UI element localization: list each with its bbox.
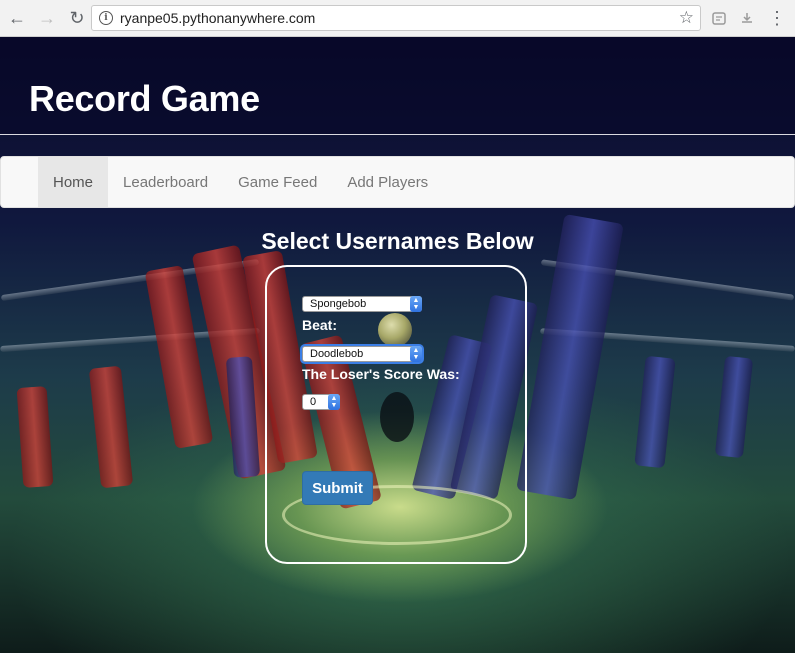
blue-foosball-figure	[516, 213, 624, 501]
page-title: Record Game	[29, 78, 260, 119]
forward-arrow-icon[interactable]: →	[35, 6, 59, 30]
score-select[interactable]: 0 ▲ ▼	[302, 394, 340, 410]
url-text[interactable]: ryanpe05.pythonanywhere.com	[120, 10, 315, 26]
chevron-updown-icon: ▲ ▼	[410, 296, 422, 312]
address-bar[interactable]: i ryanpe05.pythonanywhere.com ☆	[91, 5, 701, 31]
page-background: Record Game Home Leaderboard Game Feed A…	[0, 37, 795, 653]
info-icon[interactable]: i	[99, 11, 113, 25]
winner-select-value: Spongebob	[310, 298, 367, 310]
loser-select-value: Doodlebob	[310, 348, 364, 360]
menu-icon[interactable]: ⋮	[768, 8, 786, 29]
nav-leaderboard[interactable]: Leaderboard	[108, 157, 223, 207]
beat-label: Beat:	[302, 317, 338, 333]
winner-select[interactable]: Spongebob ▲ ▼	[302, 296, 422, 312]
main-navbar: Home Leaderboard Game Feed Add Players	[0, 156, 795, 208]
chevron-updown-icon: ▲ ▼	[410, 346, 422, 362]
bookmark-star-icon[interactable]: ☆	[679, 8, 694, 28]
red-foosball-figure	[88, 365, 134, 489]
blue-foosball-figure	[634, 355, 676, 469]
browser-toolbar: ← → ↻ i ryanpe05.pythonanywhere.com ☆ ⋮	[0, 0, 795, 37]
download-extension-icon[interactable]	[738, 9, 756, 27]
loser-select[interactable]: Doodlebob ▲ ▼	[302, 346, 422, 362]
score-label: The Loser's Score Was:	[302, 366, 460, 382]
chevron-updown-icon: ▲ ▼	[328, 394, 340, 410]
red-foosball-figure	[16, 386, 54, 488]
nav-home[interactable]: Home	[38, 157, 109, 207]
blue-foosball-figure	[714, 355, 754, 459]
page-header: Record Game	[0, 37, 795, 135]
extension-icon[interactable]	[710, 9, 728, 27]
form-heading: Select Usernames Below	[261, 228, 534, 254]
submit-button[interactable]: Submit	[302, 471, 373, 505]
back-arrow-icon[interactable]: ←	[5, 6, 29, 30]
nav-game-feed[interactable]: Game Feed	[223, 157, 332, 207]
nav-add-players[interactable]: Add Players	[332, 157, 443, 207]
score-select-value: 0	[310, 396, 317, 408]
reload-icon[interactable]: ↻	[65, 6, 89, 30]
